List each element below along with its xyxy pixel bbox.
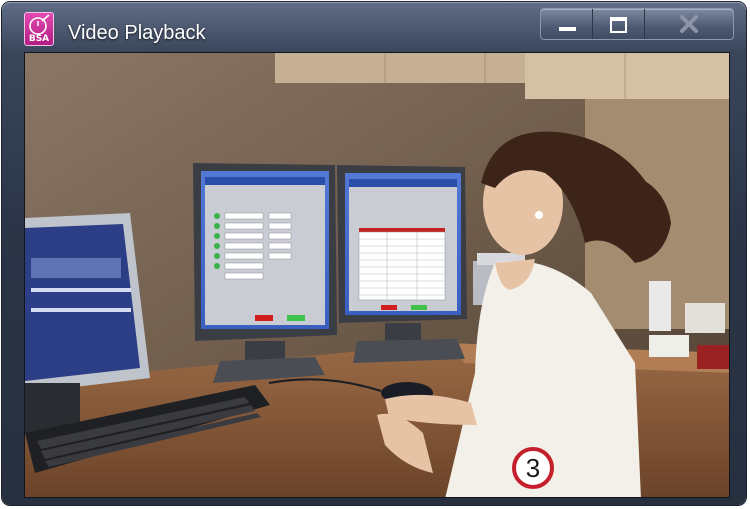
office-scene-illustration [25, 53, 729, 497]
stopwatch-icon [29, 14, 50, 35]
window-controls [540, 8, 734, 40]
window-title: Video Playback [68, 22, 206, 44]
maximize-icon [610, 17, 627, 33]
video-frame[interactable]: 3 [24, 52, 730, 498]
step-number-badge: 3 [512, 447, 554, 489]
app-icon-label: BSA [28, 34, 50, 44]
minimize-icon [559, 27, 576, 31]
maximize-button[interactable] [593, 9, 645, 39]
bsa-app-icon[interactable]: BSA [24, 12, 54, 46]
minimize-button[interactable] [541, 9, 593, 39]
close-icon [680, 15, 698, 33]
video-playback-window: BSA Video Playback 3 [2, 2, 746, 505]
close-button[interactable] [645, 9, 733, 39]
title-bar[interactable]: BSA Video Playback [2, 2, 746, 52]
